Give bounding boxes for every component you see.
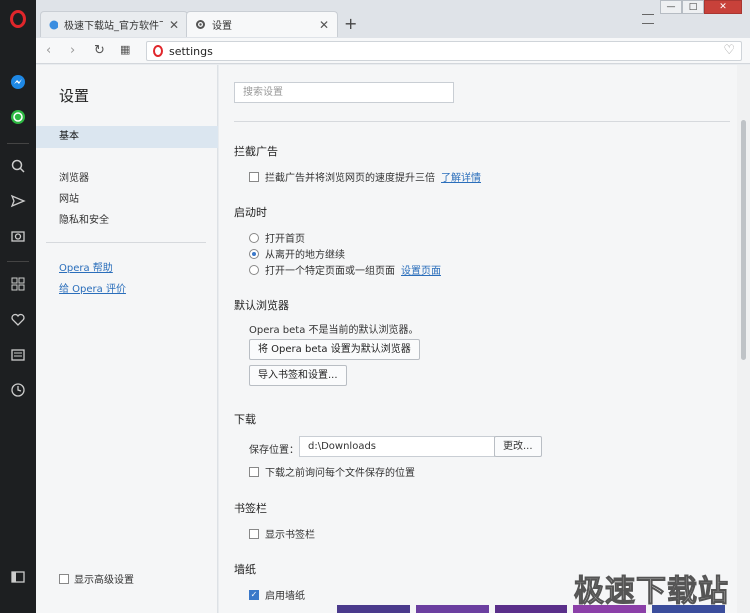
startup-option-label: 打开一个特定页面或一组页面 — [265, 266, 395, 277]
enable-wallpaper-label: 启用墙纸 — [265, 591, 305, 602]
startup-option-label: 从离开的地方继续 — [265, 250, 345, 261]
forward-icon[interactable]: › — [70, 43, 75, 58]
close-tab-icon[interactable]: ✕ — [319, 18, 329, 32]
wallpaper-thumb[interactable] — [415, 605, 489, 613]
sidebar-item-browser[interactable]: 浏览器 — [36, 168, 218, 190]
startup-radio[interactable] — [249, 264, 259, 275]
startup-radio[interactable] — [249, 232, 259, 243]
tab-title: 设置 — [212, 21, 232, 32]
download-title: 下载 — [234, 413, 256, 426]
sidebar-item-basic[interactable]: 基本 — [36, 126, 218, 148]
sidebar-item-websites[interactable]: 网站 — [36, 189, 218, 211]
download-path-input[interactable]: d:\Downloads — [299, 436, 495, 457]
scrollbar-thumb[interactable] — [741, 120, 746, 360]
adblock-row: 拦截广告并将浏览网页的速度提升三倍 了解详情 — [249, 169, 481, 184]
save-location-label: 保存位置： — [249, 445, 299, 456]
maximize-button[interactable]: □ — [682, 0, 704, 14]
back-icon[interactable]: ‹ — [46, 43, 51, 58]
default-browser-status: Opera beta 不是当前的默认浏览器。 — [249, 325, 419, 336]
startup-option-label: 打开首页 — [265, 234, 305, 245]
history-icon[interactable] — [10, 382, 26, 398]
site-watermark: 极速下载站 — [574, 574, 729, 610]
adblock-title: 拦截广告 — [234, 145, 278, 158]
import-bookmarks-button[interactable]: 导入书签和设置... — [249, 365, 347, 386]
wallpaper-thumb[interactable] — [337, 605, 410, 613]
tabs-grid-icon[interactable]: ▦ — [120, 43, 130, 56]
rate-opera-link[interactable]: 给 Opera 评价 — [59, 280, 126, 295]
camera-icon[interactable] — [10, 228, 26, 244]
opera-help-link[interactable]: Opera 帮助 — [59, 259, 113, 274]
advanced-settings-toggle[interactable]: 显示高级设置 — [59, 571, 134, 586]
startup-option: 打开一个特定页面或一组页面 设置页面 — [249, 262, 441, 277]
opera-sidebar — [0, 0, 36, 613]
opera-logo-icon[interactable] — [10, 10, 26, 28]
settings-title: 设置 — [59, 87, 90, 105]
send-icon[interactable] — [10, 193, 26, 209]
tab-settings[interactable]: 设置 ✕ — [186, 11, 338, 37]
url-text: settings — [169, 44, 213, 58]
ask-location-label: 下载之前询问每个文件保存的位置 — [265, 468, 415, 479]
ask-location-checkbox[interactable] — [249, 466, 259, 477]
startup-radio-selected[interactable] — [249, 248, 259, 259]
heart-icon[interactable] — [10, 312, 26, 328]
startup-title: 启动时 — [234, 206, 267, 219]
startup-option: 打开首页 — [249, 230, 305, 245]
reload-icon[interactable]: ↻ — [94, 43, 105, 58]
gear-icon — [196, 20, 205, 29]
adblock-label: 拦截广告并将浏览网页的速度提升三倍 — [265, 173, 435, 184]
new-tab-button[interactable]: + — [344, 14, 357, 33]
sidebar-divider — [46, 242, 206, 243]
change-path-button[interactable]: 更改... — [494, 436, 542, 457]
advanced-label: 显示高级设置 — [74, 575, 134, 586]
globe-icon — [49, 20, 58, 29]
news-icon[interactable] — [10, 347, 26, 363]
messenger-icon[interactable] — [10, 74, 26, 90]
sidebar-toggle-icon[interactable] — [10, 569, 26, 585]
set-default-browser-button[interactable]: 将 Opera beta 设置为默认浏览器 — [249, 339, 420, 360]
tab-strip: 极速下载站_官方软件下载 ✕ 设置 ✕ + — □ ✕ — [36, 0, 750, 38]
enable-wallpaper-row: ✓ 启用墙纸 — [249, 587, 305, 602]
close-window-button[interactable]: ✕ — [704, 0, 742, 14]
wallpaper-title: 墙纸 — [234, 563, 256, 576]
whatsapp-icon[interactable] — [10, 109, 26, 125]
tab-download-site[interactable]: 极速下载站_官方软件下载 ✕ — [40, 11, 188, 37]
tab-title: 极速下载站_官方软件下载 — [64, 21, 163, 32]
ask-location-row: 下载之前询问每个文件保存的位置 — [249, 464, 415, 479]
search-icon[interactable] — [10, 158, 26, 174]
bookmark-heart-icon[interactable]: ♡ — [723, 43, 735, 58]
sidebar-item-privacy[interactable]: 隐私和安全 — [36, 210, 218, 232]
settings-main: 搜索设置 拦截广告 拦截广告并将浏览网页的速度提升三倍 了解详情 启动时 打开首… — [219, 65, 737, 613]
window-controls: — □ ✕ — [660, 0, 742, 14]
bookmarks-bar-title: 书签栏 — [234, 502, 267, 515]
speed-dial-icon[interactable] — [10, 276, 26, 292]
show-bookmarks-row: 显示书签栏 — [249, 526, 315, 541]
settings-scrollbar[interactable] — [737, 65, 750, 613]
startup-option: 从离开的地方继续 — [249, 246, 345, 261]
show-bookmarks-checkbox[interactable] — [249, 528, 259, 539]
tab-menu-icon[interactable] — [642, 14, 654, 24]
enable-wallpaper-checkbox[interactable]: ✓ — [249, 589, 259, 600]
address-toolbar: ‹ › ↻ ▦ settings ♡ — [36, 38, 750, 64]
close-tab-icon[interactable]: ✕ — [169, 18, 179, 32]
advanced-checkbox[interactable] — [59, 573, 69, 584]
adblock-checkbox[interactable] — [249, 171, 259, 182]
minimize-button[interactable]: — — [660, 0, 682, 14]
opera-page-icon — [153, 45, 163, 57]
search-settings-input[interactable]: 搜索设置 — [234, 82, 454, 103]
set-pages-link[interactable]: 设置页面 — [401, 262, 441, 277]
show-bookmarks-label: 显示书签栏 — [265, 530, 315, 541]
default-browser-title: 默认浏览器 — [234, 299, 289, 312]
wallpaper-thumb[interactable] — [494, 605, 568, 613]
address-bar[interactable]: settings ♡ — [146, 41, 742, 61]
section-divider — [234, 121, 730, 122]
settings-sidebar: 设置 基本 浏览器 网站 隐私和安全 Opera 帮助 给 Opera 评价 显… — [36, 65, 218, 613]
learn-more-link[interactable]: 了解详情 — [441, 169, 481, 184]
